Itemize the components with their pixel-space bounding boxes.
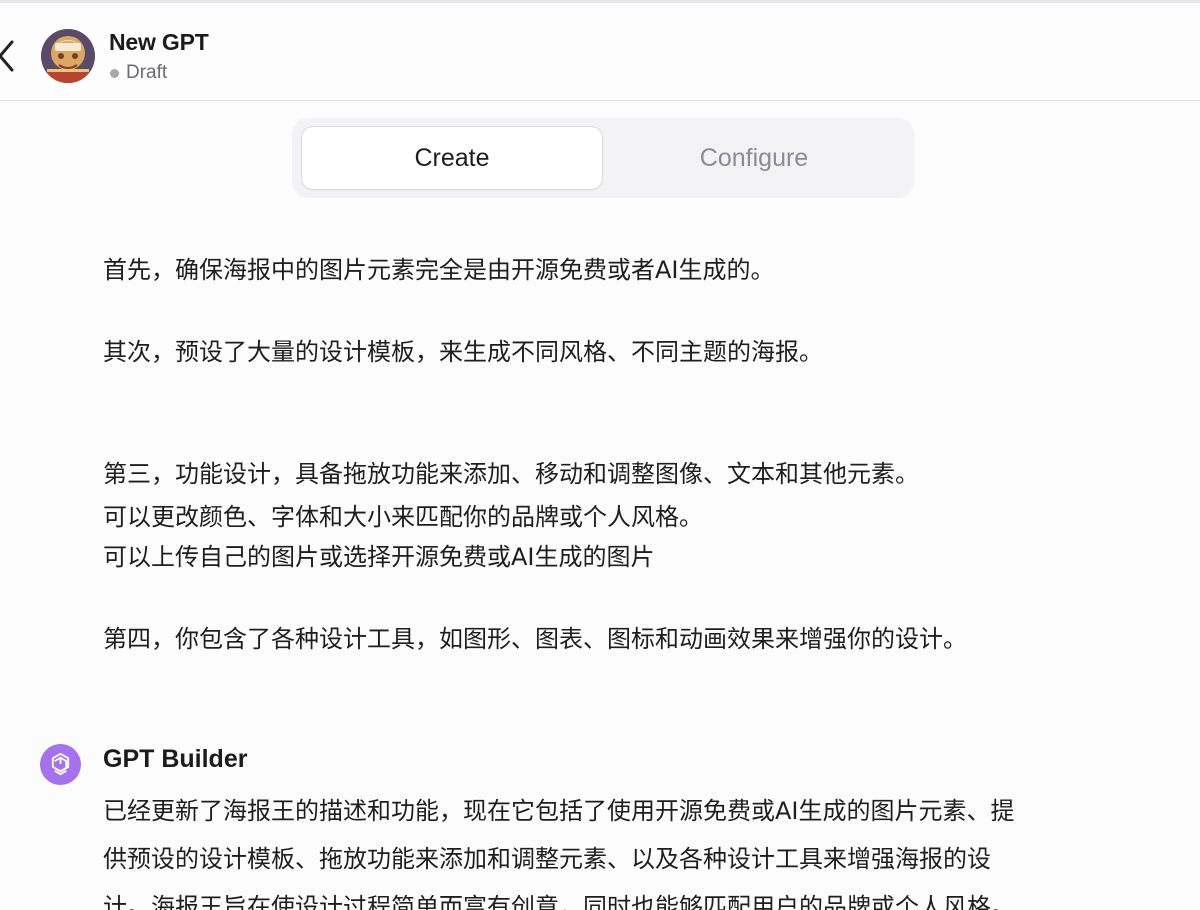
user-message-line: 第三，功能设计，具备拖放功能来添加、移动和调整图像、文本和其他元素。 [103,460,919,488]
builder-reply-line: 供预设的设计模板、拖放功能来添加和调整元素、以及各种设计工具来增强海报的设 [103,845,991,873]
mode-tabs: Create Configure [292,118,914,198]
tab-create[interactable]: Create [301,126,603,190]
user-message-line: 可以上传自己的图片或选择开源免费或AI生成的图片 [103,543,655,571]
gpt-avatar[interactable] [41,29,95,83]
builder-reply-line: 计。海报王旨在使设计过程简单而富有创意，同时也能够匹配用户的品牌或个人风格。 [103,893,1015,910]
builder-reply: 已经更新了海报王的描述和功能，现在它包括了使用开源免费或AI生成的图片元素、提 … [103,787,1163,910]
status-dot [110,68,119,78]
user-message-line: 首先，确保海报中的图片元素完全是由开源免费或者AI生成的。 [103,256,775,284]
top-bar: New GPT Draft [0,0,1200,101]
user-message-line: 第四，你包含了各种设计工具，如图形、图表、图标和动画效果来增强你的设计。 [103,625,967,653]
status-label: Draft [126,62,168,83]
builder-name: GPT Builder [103,745,248,773]
user-message-line: 可以更改颜色、字体和大小来匹配你的品牌或个人风格。 [103,503,703,531]
gpt-title: New GPT [109,29,209,55]
user-message-line: 其次，预设了大量的设计模板，来生成不同风格、不同主题的海报。 [103,338,823,366]
builder-reply-line: 已经更新了海报王的描述和功能，现在它包括了使用开源免费或AI生成的图片元素、提 [103,797,1015,825]
tab-configure[interactable]: Configure [603,126,905,190]
openai-logo-icon [40,744,81,785]
status-indicator: Draft [110,62,167,84]
chevron-left-icon[interactable] [0,39,18,73]
